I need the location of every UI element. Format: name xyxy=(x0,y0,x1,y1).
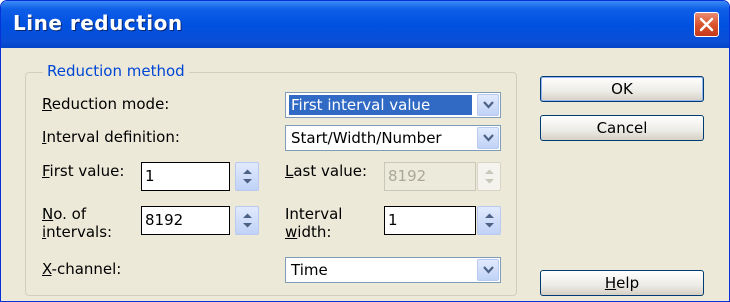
close-button[interactable] xyxy=(694,12,719,37)
interval-width-spinner[interactable] xyxy=(477,206,501,235)
first-value-label-hotkey: F xyxy=(42,162,50,180)
first-value-label: First value: xyxy=(42,162,124,180)
last-value-input: 8192 xyxy=(384,162,476,191)
no-of-intervals-spinner[interactable] xyxy=(235,206,259,235)
reduction-mode-label-text: eduction mode: xyxy=(51,95,170,113)
no-of-intervals-label-line2: ntervals: xyxy=(46,223,113,241)
help-button[interactable]: Help xyxy=(540,270,704,296)
first-value-label-text: irst value: xyxy=(49,162,125,180)
interval-definition-select[interactable]: Start/Width/Number xyxy=(285,125,501,151)
last-value-label: Last value: xyxy=(285,162,367,180)
x-channel-value: Time xyxy=(291,261,328,279)
no-of-intervals-label: No. of intervals: xyxy=(42,205,112,241)
no-of-intervals-input[interactable]: 8192 xyxy=(141,206,230,235)
last-value-spinner xyxy=(477,162,501,191)
interval-width-label-hotkey: w xyxy=(285,223,298,241)
interval-width-input[interactable]: 1 xyxy=(384,206,476,235)
x-channel-label-hotkey: X xyxy=(42,260,52,278)
interval-definition-label-text: nterval definition: xyxy=(46,128,180,146)
no-of-intervals-label-line1: o. of xyxy=(53,205,87,223)
cancel-button[interactable]: Cancel xyxy=(540,115,704,141)
x-channel-select[interactable]: Time xyxy=(285,257,501,283)
reduction-mode-dropdown-button[interactable] xyxy=(477,94,499,116)
group-title: Reduction method xyxy=(43,62,189,80)
interval-width-label: Interval width: xyxy=(285,205,342,241)
help-button-hotkey: H xyxy=(604,274,617,292)
interval-width-label-line1: Interval xyxy=(285,205,343,223)
reduction-mode-value: First interval value xyxy=(289,95,472,115)
help-button-label: elp xyxy=(616,274,640,292)
x-channel-label-text: -channel: xyxy=(51,260,122,278)
reduction-mode-label-hotkey: R xyxy=(42,95,52,113)
reduction-mode-label: Reduction mode: xyxy=(42,95,169,113)
x-channel-dropdown-button[interactable] xyxy=(477,259,499,281)
last-value-label-text: ast value: xyxy=(293,162,368,180)
reduction-mode-select[interactable]: First interval value xyxy=(285,92,501,118)
no-of-intervals-label-hotkey: N xyxy=(42,205,54,223)
interval-width-label-line2: idth: xyxy=(297,223,332,241)
ok-button[interactable]: OK xyxy=(540,76,704,102)
interval-definition-label: Interval definition: xyxy=(42,128,180,146)
dialog-title: Line reduction xyxy=(13,11,183,35)
x-channel-label: X-channel: xyxy=(42,260,121,278)
title-bar[interactable]: Line reduction xyxy=(1,1,729,48)
interval-definition-dropdown-button[interactable] xyxy=(477,127,499,149)
first-value-input[interactable]: 1 xyxy=(141,162,230,191)
interval-definition-value: Start/Width/Number xyxy=(291,129,442,147)
first-value-spinner[interactable] xyxy=(235,162,259,191)
